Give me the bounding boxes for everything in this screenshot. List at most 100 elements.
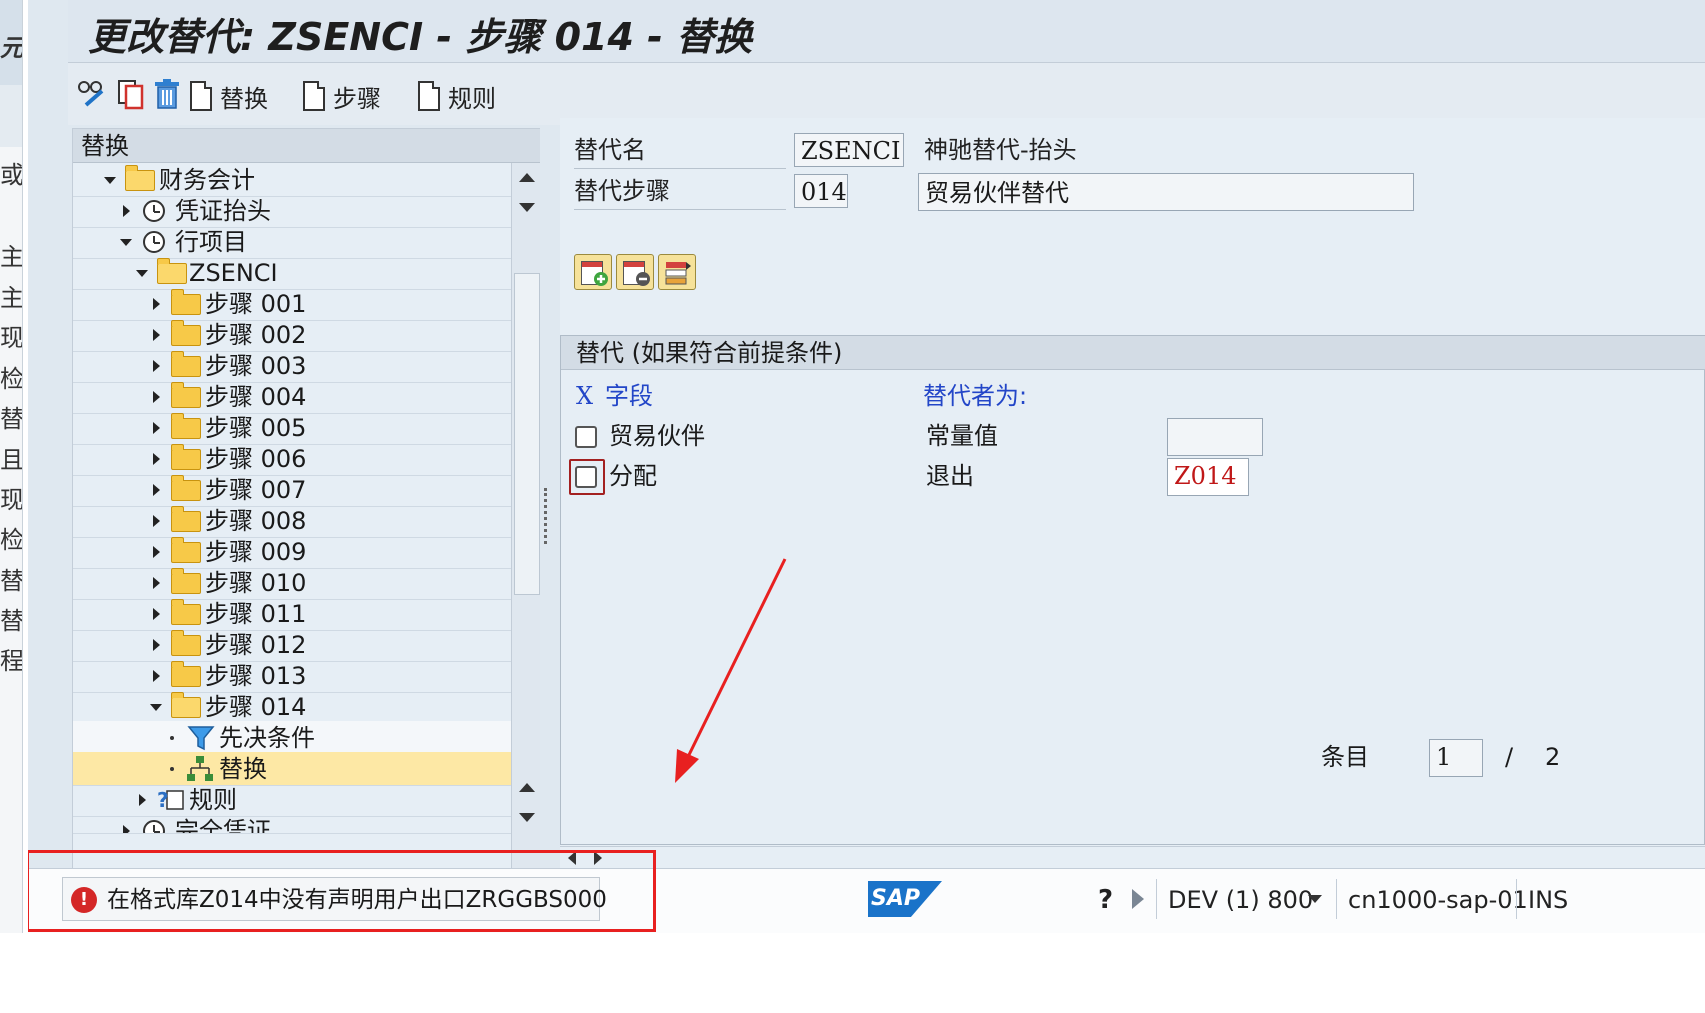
field-trading-partner: 贸易伙伴 xyxy=(609,422,705,450)
replacement-type-constant: 常量值 xyxy=(926,422,998,450)
bg-fragment: 元 xyxy=(0,34,23,62)
glasses-edit-icon[interactable] xyxy=(76,77,106,111)
document-icon xyxy=(303,81,325,111)
folder-open-icon xyxy=(171,692,201,718)
substitution-step-description-field[interactable]: 贸易伙伴替代 xyxy=(918,173,1414,211)
play-arrow-icon[interactable] xyxy=(1132,889,1144,909)
system-info[interactable]: DEV (1) 800 xyxy=(1168,883,1313,917)
toolbar-substitution-button[interactable]: 替换 xyxy=(190,79,268,113)
constant-value-field[interactable] xyxy=(1167,418,1263,456)
folder-icon xyxy=(171,630,201,656)
tree-node-line-item[interactable]: 行项目 xyxy=(73,225,541,259)
collapse-arrow-icon[interactable] xyxy=(119,225,133,259)
folder-icon xyxy=(171,568,201,594)
expand-arrow-icon[interactable] xyxy=(149,628,163,662)
collapse-arrow-icon[interactable] xyxy=(103,163,117,197)
tree-node-step[interactable]: 步骤 001 xyxy=(73,287,541,321)
tree-node-label: 步骤 012 xyxy=(205,631,307,659)
pane-splitter[interactable] xyxy=(540,128,560,868)
tree-node-zsenci[interactable]: ZSENCI xyxy=(73,256,541,290)
tree-node-step[interactable]: 步骤 009 xyxy=(73,535,541,569)
tree-node-substitution-selected[interactable]: 替换 xyxy=(73,752,541,786)
expand-arrow-icon[interactable] xyxy=(149,566,163,600)
expand-arrow-icon[interactable] xyxy=(149,442,163,476)
horizontal-scrollbar[interactable] xyxy=(560,846,1705,869)
trading-partner-checkbox[interactable] xyxy=(575,426,597,448)
insert-row-button[interactable] xyxy=(574,254,612,290)
toolbar-step-button[interactable]: 步骤 xyxy=(303,79,381,113)
tree-node-label: 财务会计 xyxy=(159,166,255,194)
expand-arrow-icon[interactable] xyxy=(149,287,163,321)
tree-node-step[interactable]: 步骤 010 xyxy=(73,566,541,600)
scroll-up-arrow-icon[interactable] xyxy=(519,783,535,792)
collapse-arrow-icon[interactable] xyxy=(135,256,149,290)
tree-node-step[interactable]: 步骤 007 xyxy=(73,473,541,507)
expand-arrow-icon[interactable] xyxy=(149,411,163,445)
substitution-name-field[interactable]: ZSENCI xyxy=(794,133,904,167)
tree-node-label: 步骤 004 xyxy=(205,383,307,411)
clock-icon xyxy=(143,231,165,253)
expand-arrow-icon[interactable] xyxy=(149,318,163,352)
tree-node-step-014[interactable]: 步骤 014 xyxy=(73,690,541,724)
tree-node-step[interactable]: 步骤 008 xyxy=(73,504,541,538)
tree-scrollbar[interactable] xyxy=(511,163,541,869)
tree-node-step[interactable]: 步骤 004 xyxy=(73,380,541,414)
svg-text:?: ? xyxy=(157,788,169,812)
exit-value-field[interactable]: Z014 xyxy=(1167,458,1249,496)
tree-node-financial-accounting[interactable]: 财务会计 xyxy=(73,163,541,197)
bg-fragment: 且 xyxy=(0,446,23,474)
expand-arrow-icon[interactable] xyxy=(149,349,163,383)
tree-node-label: 步骤 011 xyxy=(205,600,307,628)
expand-arrow-icon[interactable] xyxy=(119,194,133,228)
help-icon[interactable]: ? xyxy=(1098,885,1113,915)
folder-icon xyxy=(171,599,201,625)
assignment-checkbox[interactable] xyxy=(575,466,597,488)
scroll-thumb[interactable] xyxy=(514,273,540,595)
tree-node-label: ZSENCI xyxy=(189,259,278,287)
scroll-down-arrow-icon[interactable] xyxy=(519,203,535,212)
tree-node-label: 步骤 001 xyxy=(205,290,307,318)
tree-node-document-header[interactable]: 凭证抬头 xyxy=(73,194,541,228)
expand-arrow-icon[interactable] xyxy=(149,535,163,569)
tree-node-step[interactable]: 步骤 002 xyxy=(73,318,541,352)
navigation-tree: 替换 财务会计 凭证抬头 行项目 ZSENCI 步骤 001 步骤 002 步骤… xyxy=(72,128,542,870)
tree-node-complete-document[interactable]: 完全凭证 xyxy=(73,814,541,834)
folder-icon xyxy=(171,320,201,346)
tree-node-step[interactable]: 步骤 005 xyxy=(73,411,541,445)
expand-arrow-icon[interactable] xyxy=(149,659,163,693)
tree-node-rules[interactable]: ? 规则 xyxy=(73,783,541,817)
expand-arrow-icon[interactable] xyxy=(135,783,149,817)
substitution-step-field[interactable]: 014 xyxy=(794,174,848,208)
scroll-up-arrow-icon[interactable] xyxy=(519,173,535,182)
entries-separator: / xyxy=(1505,743,1514,771)
tree-node-label: 步骤 003 xyxy=(205,352,307,380)
folder-icon xyxy=(171,382,201,408)
expand-arrow-icon[interactable] xyxy=(149,504,163,538)
tree-node-step[interactable]: 步骤 013 xyxy=(73,659,541,693)
tree-node-label: 步骤 010 xyxy=(205,569,307,597)
entries-current-field[interactable]: 1 xyxy=(1429,739,1483,777)
tree-node-label: 步骤 006 xyxy=(205,445,307,473)
background-window: 元 或 主 主 现 检 替 且 现 检 替 替 程 xyxy=(0,0,23,1013)
tree-node-step[interactable]: 步骤 006 xyxy=(73,442,541,476)
expand-arrow-icon[interactable] xyxy=(149,597,163,631)
tree-node-prerequisite[interactable]: 先决条件 xyxy=(73,721,541,755)
tree-node-step[interactable]: 步骤 012 xyxy=(73,628,541,662)
expand-arrow-icon[interactable] xyxy=(149,380,163,414)
delete-row-button[interactable] xyxy=(616,254,654,290)
chevron-down-icon[interactable] xyxy=(1308,895,1322,903)
tree-node-step[interactable]: 步骤 011 xyxy=(73,597,541,631)
expand-arrow-icon[interactable] xyxy=(149,473,163,507)
collapse-arrow-icon[interactable] xyxy=(149,690,163,724)
toolbar-rule-button[interactable]: 规则 xyxy=(418,79,496,113)
application-toolbar: 替换 步骤 规则 xyxy=(68,63,1705,125)
tree-node-step[interactable]: 步骤 003 xyxy=(73,349,541,383)
tree-node-label: 步骤 014 xyxy=(205,693,307,721)
scroll-down-arrow-icon[interactable] xyxy=(519,813,535,822)
trash-icon[interactable] xyxy=(152,77,182,111)
select-field-button[interactable] xyxy=(658,254,696,290)
copy-icon[interactable] xyxy=(116,77,146,111)
tree-node-label: 步骤 008 xyxy=(205,507,307,535)
bg-fragment: 替 xyxy=(0,405,23,433)
expand-arrow-icon[interactable] xyxy=(119,814,133,833)
